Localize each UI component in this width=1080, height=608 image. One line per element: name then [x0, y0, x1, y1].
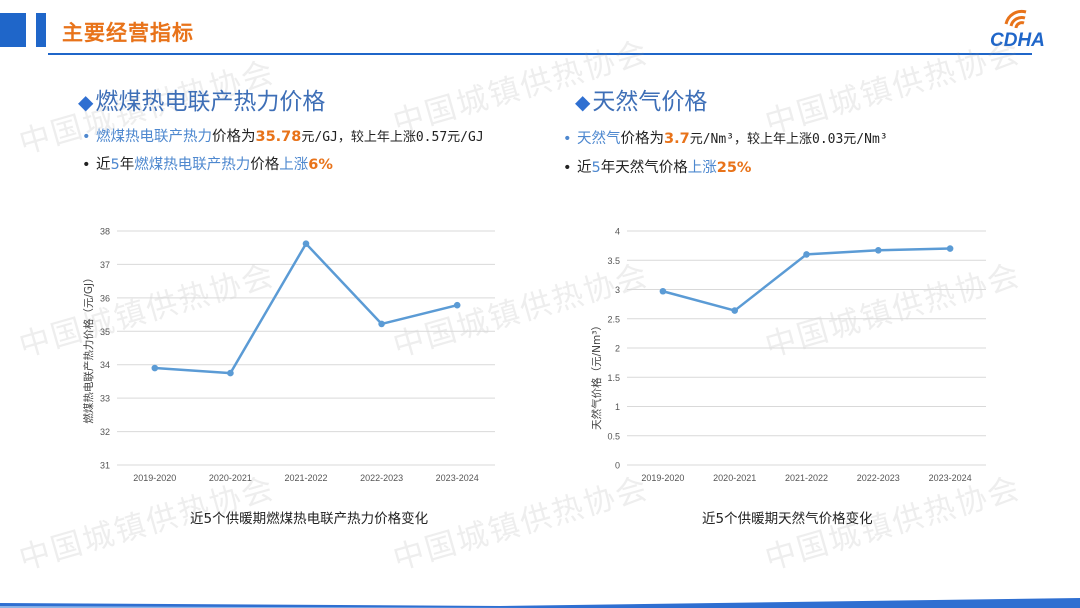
bottom-decor-bar — [0, 598, 1080, 608]
gas-xtick-label: 2019-2020 — [641, 473, 684, 483]
gas-ytick-label: 0.5 — [607, 431, 620, 441]
gas-ytick-label: 1.5 — [607, 373, 620, 383]
gas-ytick-label: 1 — [615, 402, 620, 412]
gas-ytick-label: 4 — [615, 227, 620, 237]
gas-series-line — [662, 247, 951, 312]
left-chart-caption: 近5个供暖期燃煤热电联产热力价格变化 — [190, 511, 429, 527]
gas-data-point — [875, 247, 882, 254]
gas-data-point — [731, 307, 738, 314]
gas-ytick-label: 0 — [615, 461, 620, 471]
gas-ytick-label: 2 — [615, 344, 620, 354]
gas-ytick-label: 2.5 — [607, 314, 620, 324]
gas-xtick-label: 2021-2022 — [785, 473, 828, 483]
gas-ylabel: 天然气价格（元/Nm³） — [590, 320, 603, 430]
gas-ytick-label: 3 — [615, 285, 620, 295]
gas-xtick-label: 2023-2024 — [929, 473, 972, 483]
right-chart-caption: 近5个供暖期天然气价格变化 — [702, 511, 873, 527]
gas-data-point — [659, 287, 667, 295]
gas-price-chart: 0 0.5 1 1.5 2 2.5 3 3.5 4 2019-2020 2020-2021 2021-… — [590, 227, 986, 483]
gas-xtick-label: 2020-2021 — [713, 473, 756, 483]
gas-xtick-label: 2022-2023 — [857, 473, 900, 483]
gas-ytick-label: 3.5 — [607, 256, 620, 266]
gas-data-point — [946, 245, 954, 252]
gas-data-point — [803, 251, 810, 258]
